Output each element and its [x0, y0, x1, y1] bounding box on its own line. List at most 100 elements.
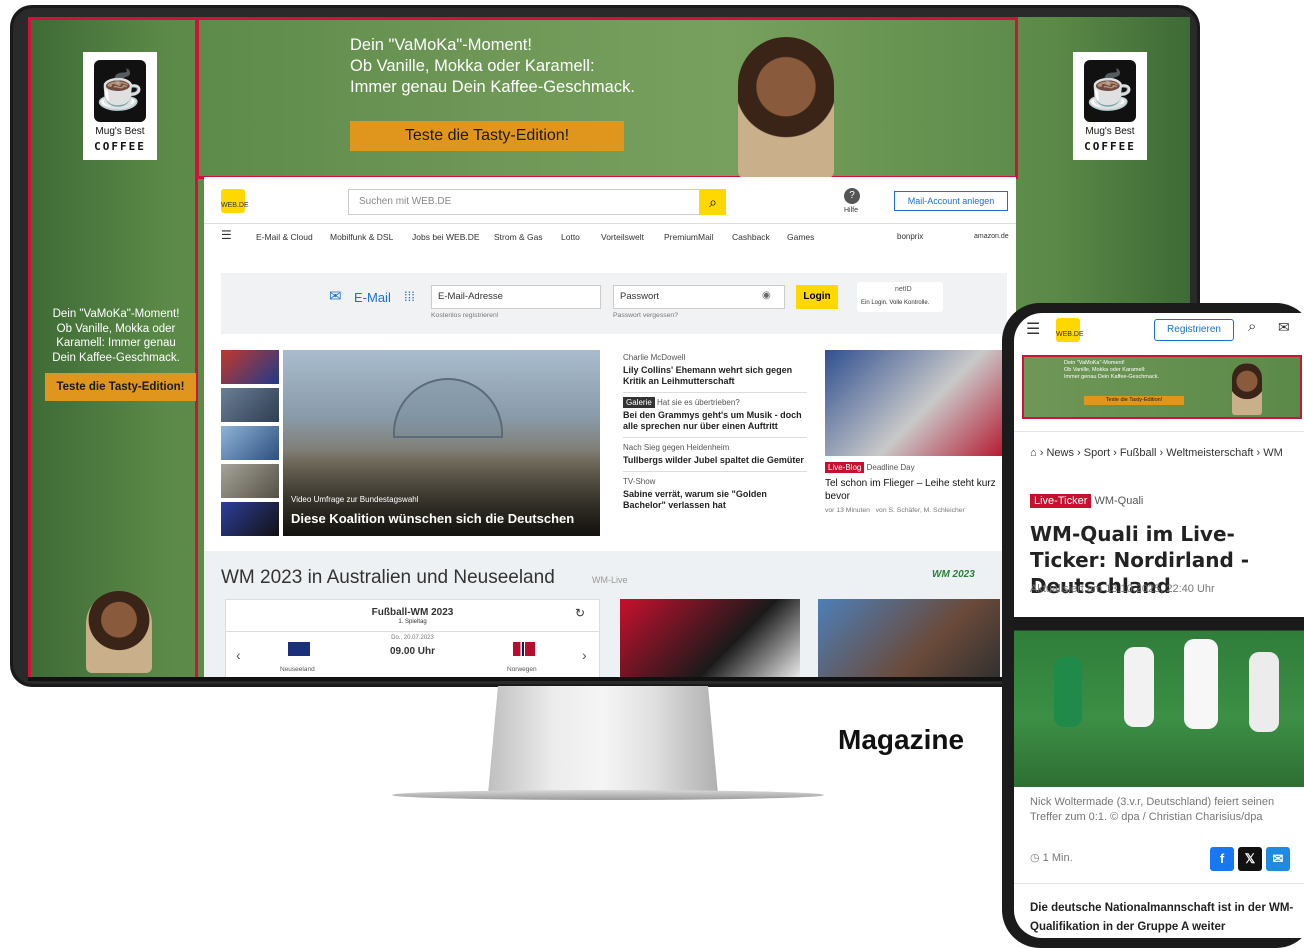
monitor-base	[392, 790, 824, 800]
home-icon[interactable]: ⌂	[1030, 447, 1037, 459]
breadcrumb-wm-short[interactable]: WM	[1263, 447, 1283, 459]
webde-logo[interactable]: WEB.DE	[1056, 318, 1084, 342]
nav-item[interactable]: Lotto	[561, 232, 580, 242]
search-icon[interactable]: ⌕	[700, 189, 726, 215]
widget-title: Fußball-WM 2023	[371, 607, 454, 618]
brand-line-1: Mug's Best	[95, 126, 145, 137]
refresh-icon[interactable]: ↻	[575, 606, 585, 620]
breadcrumb-fussball[interactable]: Fußball	[1120, 447, 1157, 459]
woman-with-coffee-image	[86, 591, 152, 673]
match-time: 09.00 Uhr	[389, 646, 436, 657]
search-input[interactable]: Suchen mit WEB.DE	[348, 189, 700, 215]
nav-item[interactable]: Games	[787, 232, 814, 242]
right-brand-logo[interactable]: ☕ Mug's Best COFFEE	[1073, 52, 1147, 160]
create-account-button[interactable]: Mail-Account anlegen	[894, 191, 1008, 211]
webde-logo-text: WEB.DE	[221, 202, 249, 209]
read-time: ◷ 1 Min.	[1030, 851, 1073, 864]
divider	[226, 631, 599, 632]
nav-item[interactable]: E-Mail & Cloud	[256, 232, 313, 242]
thumb-building[interactable]	[221, 464, 279, 498]
nav-item[interactable]: PremiumMail	[664, 232, 714, 242]
banner-woman-image	[738, 37, 834, 179]
nav-item[interactable]: Strom & Gas	[494, 232, 543, 242]
wm-badge: WM 2023	[932, 569, 975, 580]
side-story-image[interactable]	[825, 350, 1008, 456]
story-title[interactable]: Bei den Grammys geht's um Musik - doch a…	[623, 410, 807, 432]
x-icon[interactable]: 𝕏	[1238, 847, 1262, 871]
hero-kicker: Video Umfrage zur Bundestagswahl	[291, 495, 419, 504]
webde-logo-text: WEB.DE	[1056, 331, 1084, 338]
apps-icon[interactable]: ⁞⁞⁞	[404, 289, 415, 304]
mobile-banner-ad[interactable]: Dein "VaMoKa"-Moment! Ob Vanille, Mokka o…	[1022, 355, 1302, 419]
story-title[interactable]: Sabine verrät, warum sie "Golden Bachelo…	[623, 489, 807, 511]
mail-icon[interactable]: ✉	[1278, 319, 1290, 336]
nav-item[interactable]: Mobilfunk & DSL	[330, 232, 393, 242]
mail-share-icon[interactable]: ✉	[1266, 847, 1290, 871]
thumb-city[interactable]	[221, 426, 279, 460]
thumb-meeting[interactable]	[221, 388, 279, 422]
webde-logo[interactable]: WEB.DE	[221, 189, 249, 213]
mobile-banner-cta[interactable]: Teste die Tasty-Edition!	[1084, 396, 1184, 405]
match-date: Do., 20.07.2023	[391, 635, 434, 641]
banner-headline-3: Immer genau Dein Kaffee-Geschmack.	[350, 78, 635, 96]
left-ad-text: Dein "VaMoKa"-Moment! Ob Vanille, Mokka …	[52, 308, 180, 364]
breadcrumb-wm[interactable]: Weltmeisterschaft	[1166, 447, 1253, 459]
nav-item[interactable]: Vorteilswelt	[601, 232, 644, 242]
phone-screen: ☰ WEB.DE Registrieren ⌕ ✉ Dein "VaMoKa"-…	[1014, 313, 1304, 938]
banner-headline-2: Ob Vanille, Mokka oder Karamell:	[350, 57, 595, 75]
webde-homepage: WEB.DE Suchen mit WEB.DE ⌕ ? Hilfe Mail-…	[204, 177, 1016, 681]
wm-image-2[interactable]	[818, 599, 1000, 681]
article-body: Die deutsche Nationalmannschaft ist in d…	[1030, 902, 1294, 933]
story-kicker: TV-Show	[623, 477, 656, 486]
netid-label: netID	[895, 286, 912, 293]
register-link[interactable]: Kostenlos registrieren!	[431, 312, 499, 319]
story-title[interactable]: Lily Collins' Ehemann wehrt sich gegen K…	[623, 365, 807, 387]
breadcrumb-news[interactable]: News	[1046, 447, 1074, 459]
story-title[interactable]: Tullbergs wilder Jubel spaltet die Gemüt…	[623, 455, 807, 466]
search-icon[interactable]: ⌕	[1248, 318, 1256, 335]
magazine-label: Magazine	[838, 724, 965, 755]
menu-icon[interactable]: ☰	[1026, 319, 1040, 339]
thumb-politics[interactable]	[221, 350, 279, 384]
banner-cta-button[interactable]: Teste die Tasty-Edition!	[350, 121, 624, 151]
brand-line-2: COFFEE	[1084, 140, 1136, 153]
thumb-grammys[interactable]	[221, 502, 279, 536]
forgot-password-link[interactable]: Passwort vergessen?	[613, 312, 678, 319]
clock-icon: ◷	[1030, 852, 1040, 864]
hero-title[interactable]: Diese Koalition wünschen sich die Deutsc…	[291, 511, 574, 526]
wm-title: WM 2023 in Australien und Neuseeland	[221, 567, 555, 588]
amazon-link[interactable]: amazon.de	[974, 233, 1009, 240]
side-story-title[interactable]: Tel schon im Flieger – Leihe steht kurz …	[825, 477, 1008, 503]
email-label: E-Mail	[354, 290, 391, 305]
email-input[interactable]: E-Mail-Adresse	[431, 285, 601, 309]
help-icon[interactable]: ?	[844, 188, 860, 204]
away-team: Norwegen	[507, 666, 537, 673]
left-brand-logo[interactable]: ☕ Mug's Best COFFEE	[83, 52, 157, 160]
banner-headline-1: Dein "VaMoKa"-Moment!	[350, 36, 532, 54]
brand-line-1: Mug's Best	[1085, 126, 1135, 137]
wm-image-1[interactable]	[620, 599, 800, 681]
home-team: Neuseeland	[280, 666, 315, 673]
bonprix-link[interactable]: bonprix	[897, 232, 923, 241]
article-image[interactable]	[1014, 617, 1304, 787]
hero-image[interactable]: Video Umfrage zur Bundestagswahl Diese K…	[283, 350, 600, 536]
widget-subtitle: 1. Spieltag	[398, 619, 427, 625]
eye-icon[interactable]: ◉	[762, 290, 771, 301]
wm-subtitle[interactable]: WM-Live	[592, 575, 628, 585]
register-button[interactable]: Registrieren	[1154, 319, 1234, 341]
facebook-icon[interactable]: f	[1210, 847, 1234, 871]
player-white-shirt	[1124, 647, 1154, 727]
player-white-shirt	[1184, 639, 1218, 729]
nav-item[interactable]: Cashback	[732, 232, 770, 242]
password-input[interactable]: Passwort	[613, 285, 785, 309]
menu-icon[interactable]: ☰	[221, 228, 232, 242]
netid-box[interactable]: netID Ein Login. Volle Kontrolle.	[857, 282, 943, 312]
help-label[interactable]: Hilfe	[844, 207, 858, 214]
left-ad-cta-button[interactable]: Teste die Tasty-Edition!	[45, 373, 196, 401]
mail-icon: ✉	[329, 288, 342, 305]
breadcrumb-sport[interactable]: Sport	[1084, 447, 1110, 459]
nav-item[interactable]: Jobs bei WEB.DE	[412, 232, 480, 242]
match-widget: Fußball-WM 2023 1. Spieltag ↻ ‹ › Do., 2…	[225, 599, 600, 681]
hero-kicker-text: Umfrage zur Bundestagswahl	[313, 495, 419, 504]
login-button[interactable]: Login	[796, 285, 838, 309]
